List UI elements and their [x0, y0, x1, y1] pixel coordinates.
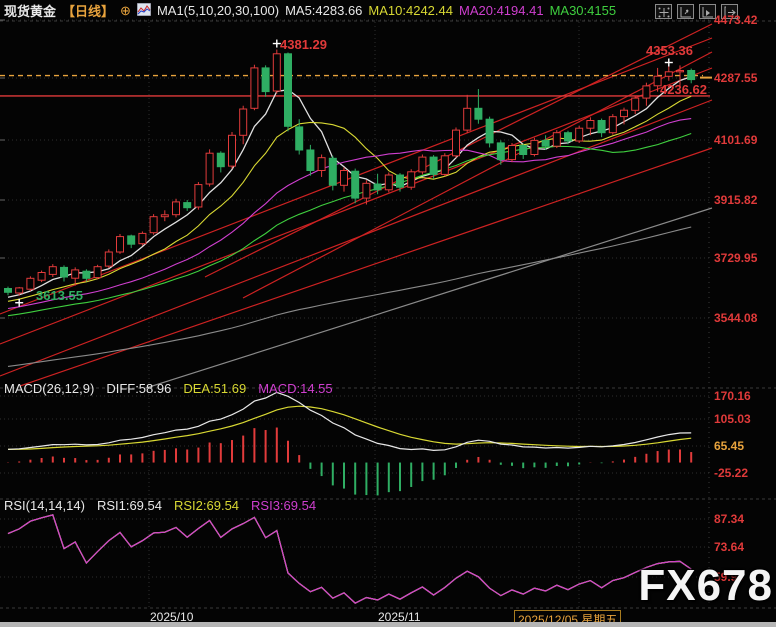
- axis-zoom-in-icon[interactable]: [677, 4, 694, 19]
- price-annotation: 4236.62: [660, 82, 707, 97]
- price-axis-label: 4473.42: [714, 14, 757, 26]
- mini-chart-icon[interactable]: [137, 3, 151, 19]
- ma-value-label: MA30:4155: [550, 3, 617, 18]
- price-annotation: 4353.36: [646, 43, 693, 58]
- instrument-title: 现货黄金: [4, 1, 56, 20]
- rsi-axis-label: 87.34: [714, 513, 744, 525]
- indicator-header-value: RSI2:69.54: [174, 498, 239, 513]
- indicator-header-value: DEA:51.69: [183, 381, 246, 396]
- ma-values-group: MA5:4283.66 MA10:4242.44 MA20:4194.41 MA30:…: [285, 3, 622, 18]
- indicator-header-value: MACD:14.55: [258, 381, 332, 396]
- price-annotation: 4381.29: [280, 37, 327, 52]
- ma-value-label: MA10:4242.44: [368, 3, 453, 18]
- rsi-axis-label: 73.64: [714, 541, 744, 553]
- indicator-header-value: RSI3:69.54: [251, 498, 316, 513]
- macd-axis-label: -25.22: [714, 467, 748, 479]
- price-axis-label: 3915.82: [714, 194, 757, 206]
- circle-plus-icon[interactable]: ⊕: [120, 3, 131, 19]
- macd-axis-label: 105.03: [714, 413, 751, 425]
- ma-settings-label: MA1(5,10,20,30,100): [157, 3, 279, 18]
- ma-value-label: MA20:4194.41: [459, 3, 544, 18]
- macd-header-values: MACD(26,12,9) DIFF:58.96 DEA:51.69 MACD:14.…: [4, 381, 345, 396]
- macd-header: MACD(26,12,9) DIFF:58.96 DEA:51.69 MACD:14.…: [0, 379, 776, 397]
- rsi-header: RSI(14,14,14) RSI1:69.54 RSI2:69.54 RSI3:69…: [0, 496, 776, 514]
- indicator-header-value: RSI(14,14,14): [4, 498, 85, 513]
- ma-value-label: MA5:4283.66: [285, 3, 362, 18]
- rsi-header-values: RSI(14,14,14) RSI1:69.54 RSI2:69.54 RSI3:69…: [4, 498, 328, 513]
- indicator-header-value: DIFF:58.96: [106, 381, 171, 396]
- indicator-header-value: MACD(26,12,9): [4, 381, 94, 396]
- chart-application-window: 现货黄金 【日线】 ⊕ MA1(5,10,20,30,100) MA5:4283…: [0, 0, 776, 627]
- period-selector[interactable]: 【日线】: [62, 1, 114, 20]
- grid-layout-icon[interactable]: [655, 4, 672, 19]
- macd-axis-label: 65.45: [714, 440, 744, 452]
- horizontal-scrollbar[interactable]: [0, 622, 776, 627]
- indicator-header-value: RSI1:69.54: [97, 498, 162, 513]
- price-axis-label: 3544.08: [714, 312, 757, 324]
- price-axis-label: 4287.55: [714, 72, 757, 84]
- price-axis-label: 4101.69: [714, 134, 757, 146]
- price-axis-label: 3729.95: [714, 252, 757, 264]
- price-annotation: 3613.55: [36, 288, 83, 303]
- watermark: FX678: [638, 561, 773, 611]
